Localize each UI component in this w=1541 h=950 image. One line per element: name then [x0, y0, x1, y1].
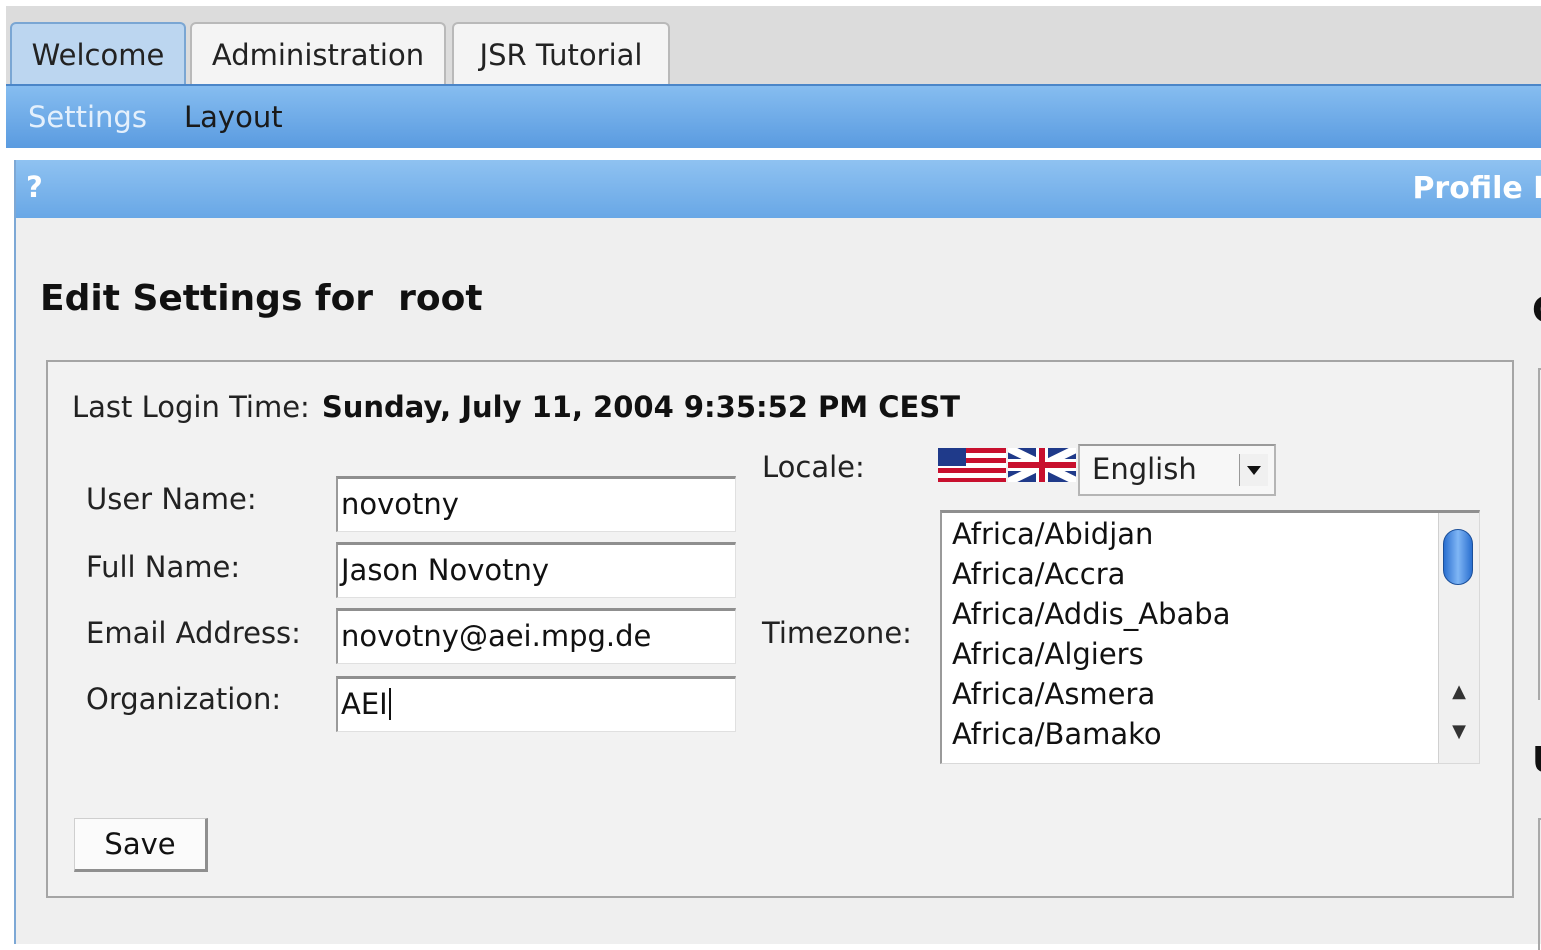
scroll-up-icon[interactable]: ▲	[1447, 681, 1471, 707]
scroll-down-icon[interactable]: ▼	[1447, 721, 1471, 747]
list-item[interactable]: Africa/Accra	[952, 557, 1125, 591]
full-name-field[interactable]: Jason Novotny	[336, 542, 736, 598]
list-item[interactable]: Africa/Algiers	[952, 637, 1144, 671]
last-login-value: Sunday, July 11, 2004 9:35:52 PM CEST	[321, 390, 961, 424]
chevron-down-icon[interactable]	[1239, 454, 1268, 486]
list-item[interactable]: Africa/Asmera	[952, 677, 1155, 711]
list-item[interactable]: Africa/Addis_Ababa	[952, 597, 1231, 631]
organization-value: AEI	[341, 687, 388, 721]
user-name-label: User Name:	[86, 482, 257, 516]
organization-field[interactable]: AEI	[336, 676, 736, 732]
tab-strip: Welcome Administration JSR Tutorial	[6, 6, 1541, 86]
uk-flag-icon	[1008, 448, 1076, 482]
full-name-label: Full Name:	[86, 550, 241, 584]
portlet-title: Profile M	[1412, 171, 1541, 206]
list-item[interactable]: Africa/Bamako	[952, 717, 1162, 751]
page-title: Edit Settings for root	[40, 278, 483, 319]
organization-label: Organization:	[86, 682, 282, 716]
last-login: Last Login Time: Sunday, July 11, 2004 9:…	[72, 390, 960, 424]
settings-form: Last Login Time: Sunday, July 11, 2004 9:…	[46, 360, 1514, 898]
profile-portlet: ? Profile M Edit Settings for root C U L…	[14, 160, 1541, 950]
help-icon[interactable]: ?	[26, 170, 43, 204]
email-field[interactable]: novotny@aei.mpg.de	[336, 608, 736, 664]
locale-flags	[938, 448, 1078, 482]
list-item[interactable]: Africa/Abidjan	[952, 517, 1153, 551]
submenu-bar: Settings Layout	[6, 84, 1541, 148]
portlet-title-bar: ? Profile M	[16, 160, 1541, 218]
email-label: Email Address:	[86, 616, 301, 650]
tab-welcome[interactable]: Welcome	[10, 22, 186, 84]
locale-selected: English	[1092, 452, 1197, 486]
locale-label: Locale:	[762, 450, 865, 484]
text-cursor	[388, 688, 391, 720]
timezone-label: Timezone:	[762, 616, 912, 650]
tab-jsr-tutorial[interactable]: JSR Tutorial	[452, 22, 670, 84]
timezone-scrollbar[interactable]: ▲ ▼	[1438, 513, 1479, 763]
timezone-list[interactable]: Africa/Abidjan Africa/Accra Africa/Addis…	[940, 510, 1480, 764]
locale-select[interactable]: English	[1078, 444, 1276, 496]
submenu-layout[interactable]: Layout	[184, 100, 283, 134]
clipped-heading: U	[1532, 740, 1541, 781]
user-name-field[interactable]: novotny	[336, 476, 736, 532]
tab-administration[interactable]: Administration	[190, 22, 446, 84]
clipped-heading: C	[1532, 290, 1541, 331]
us-flag-icon	[938, 448, 1006, 482]
submenu-settings[interactable]: Settings	[28, 100, 147, 134]
scroll-thumb[interactable]	[1443, 529, 1473, 585]
save-button[interactable]: Save	[74, 818, 208, 872]
last-login-label: Last Login Time:	[72, 390, 310, 424]
